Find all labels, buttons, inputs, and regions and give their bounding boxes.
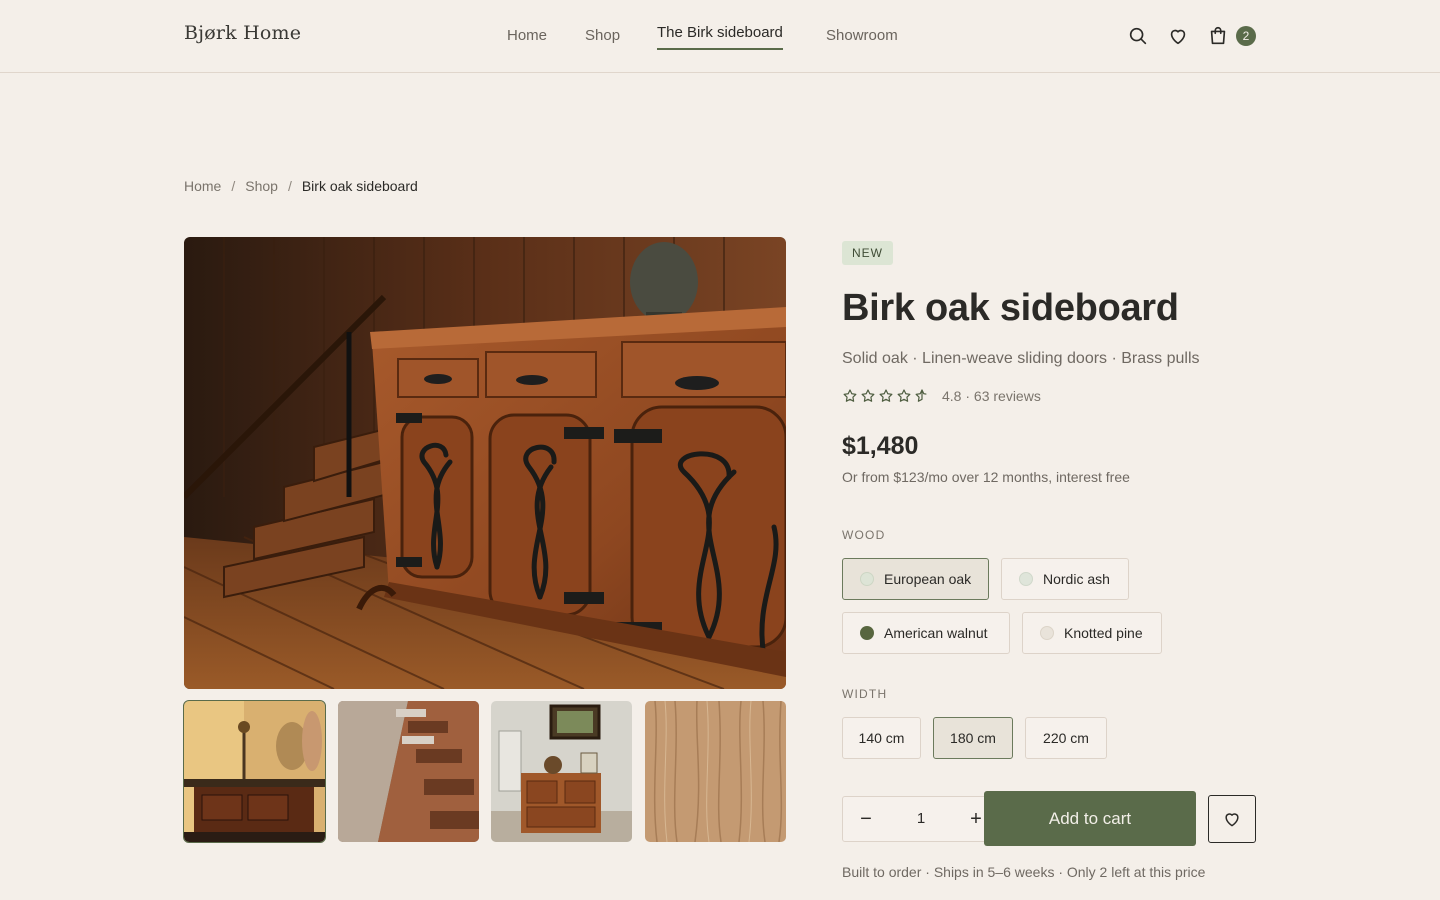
- quantity-value[interactable]: 1: [889, 797, 953, 841]
- breadcrumb-separator: /: [287, 178, 292, 194]
- wood-option-knotted-pine[interactable]: Knotted pine: [1022, 612, 1162, 654]
- financing-note: Or from $123/mo over 12 months, interest…: [842, 469, 1130, 485]
- breadcrumb-home[interactable]: Home: [184, 178, 221, 194]
- wood-option-label: American walnut: [884, 625, 988, 641]
- heart-icon[interactable]: [1167, 25, 1189, 47]
- star-icon: [897, 389, 911, 402]
- wood-label: WOOD: [842, 528, 886, 542]
- heart-icon: [1225, 813, 1239, 827]
- star-half-icon: [915, 389, 927, 402]
- swatch-icon: [860, 626, 874, 640]
- site-header: Bjørk Home Home Shop The Birk sideboard …: [0, 0, 1440, 73]
- quantity-stepper: − 1 +: [842, 796, 1000, 842]
- product-rating[interactable]: 4.8 · 63 reviews: [842, 388, 1041, 404]
- swatch-icon: [860, 572, 874, 586]
- wood-option-label: European oak: [884, 571, 972, 587]
- width-option-label: 140 cm: [858, 730, 905, 746]
- new-badge: NEW: [842, 241, 893, 265]
- breadcrumb-shop[interactable]: Shop: [245, 178, 278, 194]
- quantity-decrease-button[interactable]: −: [843, 797, 889, 841]
- nav-showroom[interactable]: Showroom: [826, 27, 898, 44]
- breadcrumb-separator: /: [231, 178, 236, 194]
- width-option-220[interactable]: 220 cm: [1025, 717, 1107, 759]
- rating-stars: [842, 388, 930, 404]
- cart-count-badge: 2: [1236, 26, 1256, 46]
- wood-option-american-walnut[interactable]: American walnut: [842, 612, 1010, 654]
- search-icon[interactable]: [1127, 25, 1149, 47]
- wood-option-european-oak[interactable]: European oak: [842, 558, 989, 600]
- wishlist-button[interactable]: [1208, 795, 1256, 843]
- star-icon: [843, 389, 857, 402]
- cart-icon[interactable]: [1207, 25, 1229, 47]
- wood-option-label: Nordic ash: [1043, 571, 1110, 587]
- swatch-icon: [1019, 572, 1033, 586]
- wood-option-nordic-ash[interactable]: Nordic ash: [1001, 558, 1129, 600]
- nav-home[interactable]: Home: [507, 27, 547, 44]
- width-option-label: 180 cm: [950, 730, 996, 746]
- star-icon: [879, 389, 893, 402]
- gallery-thumbnail[interactable]: [338, 701, 479, 842]
- width-option-180[interactable]: 180 cm: [933, 717, 1013, 759]
- product-main-image[interactable]: [184, 237, 786, 689]
- nav-shop[interactable]: Shop: [585, 27, 620, 44]
- star-icon: [861, 389, 875, 402]
- width-option-label: 220 cm: [1043, 730, 1089, 746]
- rating-summary: 4.8 · 63 reviews: [942, 388, 1041, 404]
- breadcrumb-current: Birk oak sideboard: [301, 178, 418, 194]
- product-subtitle: Solid oak · Linen-weave sliding doors · …: [842, 350, 1200, 367]
- gallery-thumbnail[interactable]: [183, 700, 326, 843]
- gallery-thumbnail[interactable]: [491, 701, 632, 842]
- shipping-note: Built to order · Ships in 5–6 weeks · On…: [842, 864, 1206, 880]
- wood-option-label: Knotted pine: [1064, 625, 1143, 641]
- nav-birk-sideboard[interactable]: The Birk sideboard: [657, 24, 783, 50]
- product-price: $1,480: [842, 432, 919, 460]
- breadcrumb: Home / Shop / Birk oak sideboard: [184, 178, 418, 194]
- gallery-thumbnail[interactable]: [645, 701, 786, 842]
- brand-logo[interactable]: Bjørk Home: [184, 22, 301, 44]
- add-to-cart-button[interactable]: Add to cart: [984, 791, 1196, 846]
- width-label: WIDTH: [842, 687, 888, 701]
- product-title: Birk oak sideboard: [842, 287, 1179, 329]
- width-option-140[interactable]: 140 cm: [842, 717, 921, 759]
- swatch-icon: [1040, 626, 1054, 640]
